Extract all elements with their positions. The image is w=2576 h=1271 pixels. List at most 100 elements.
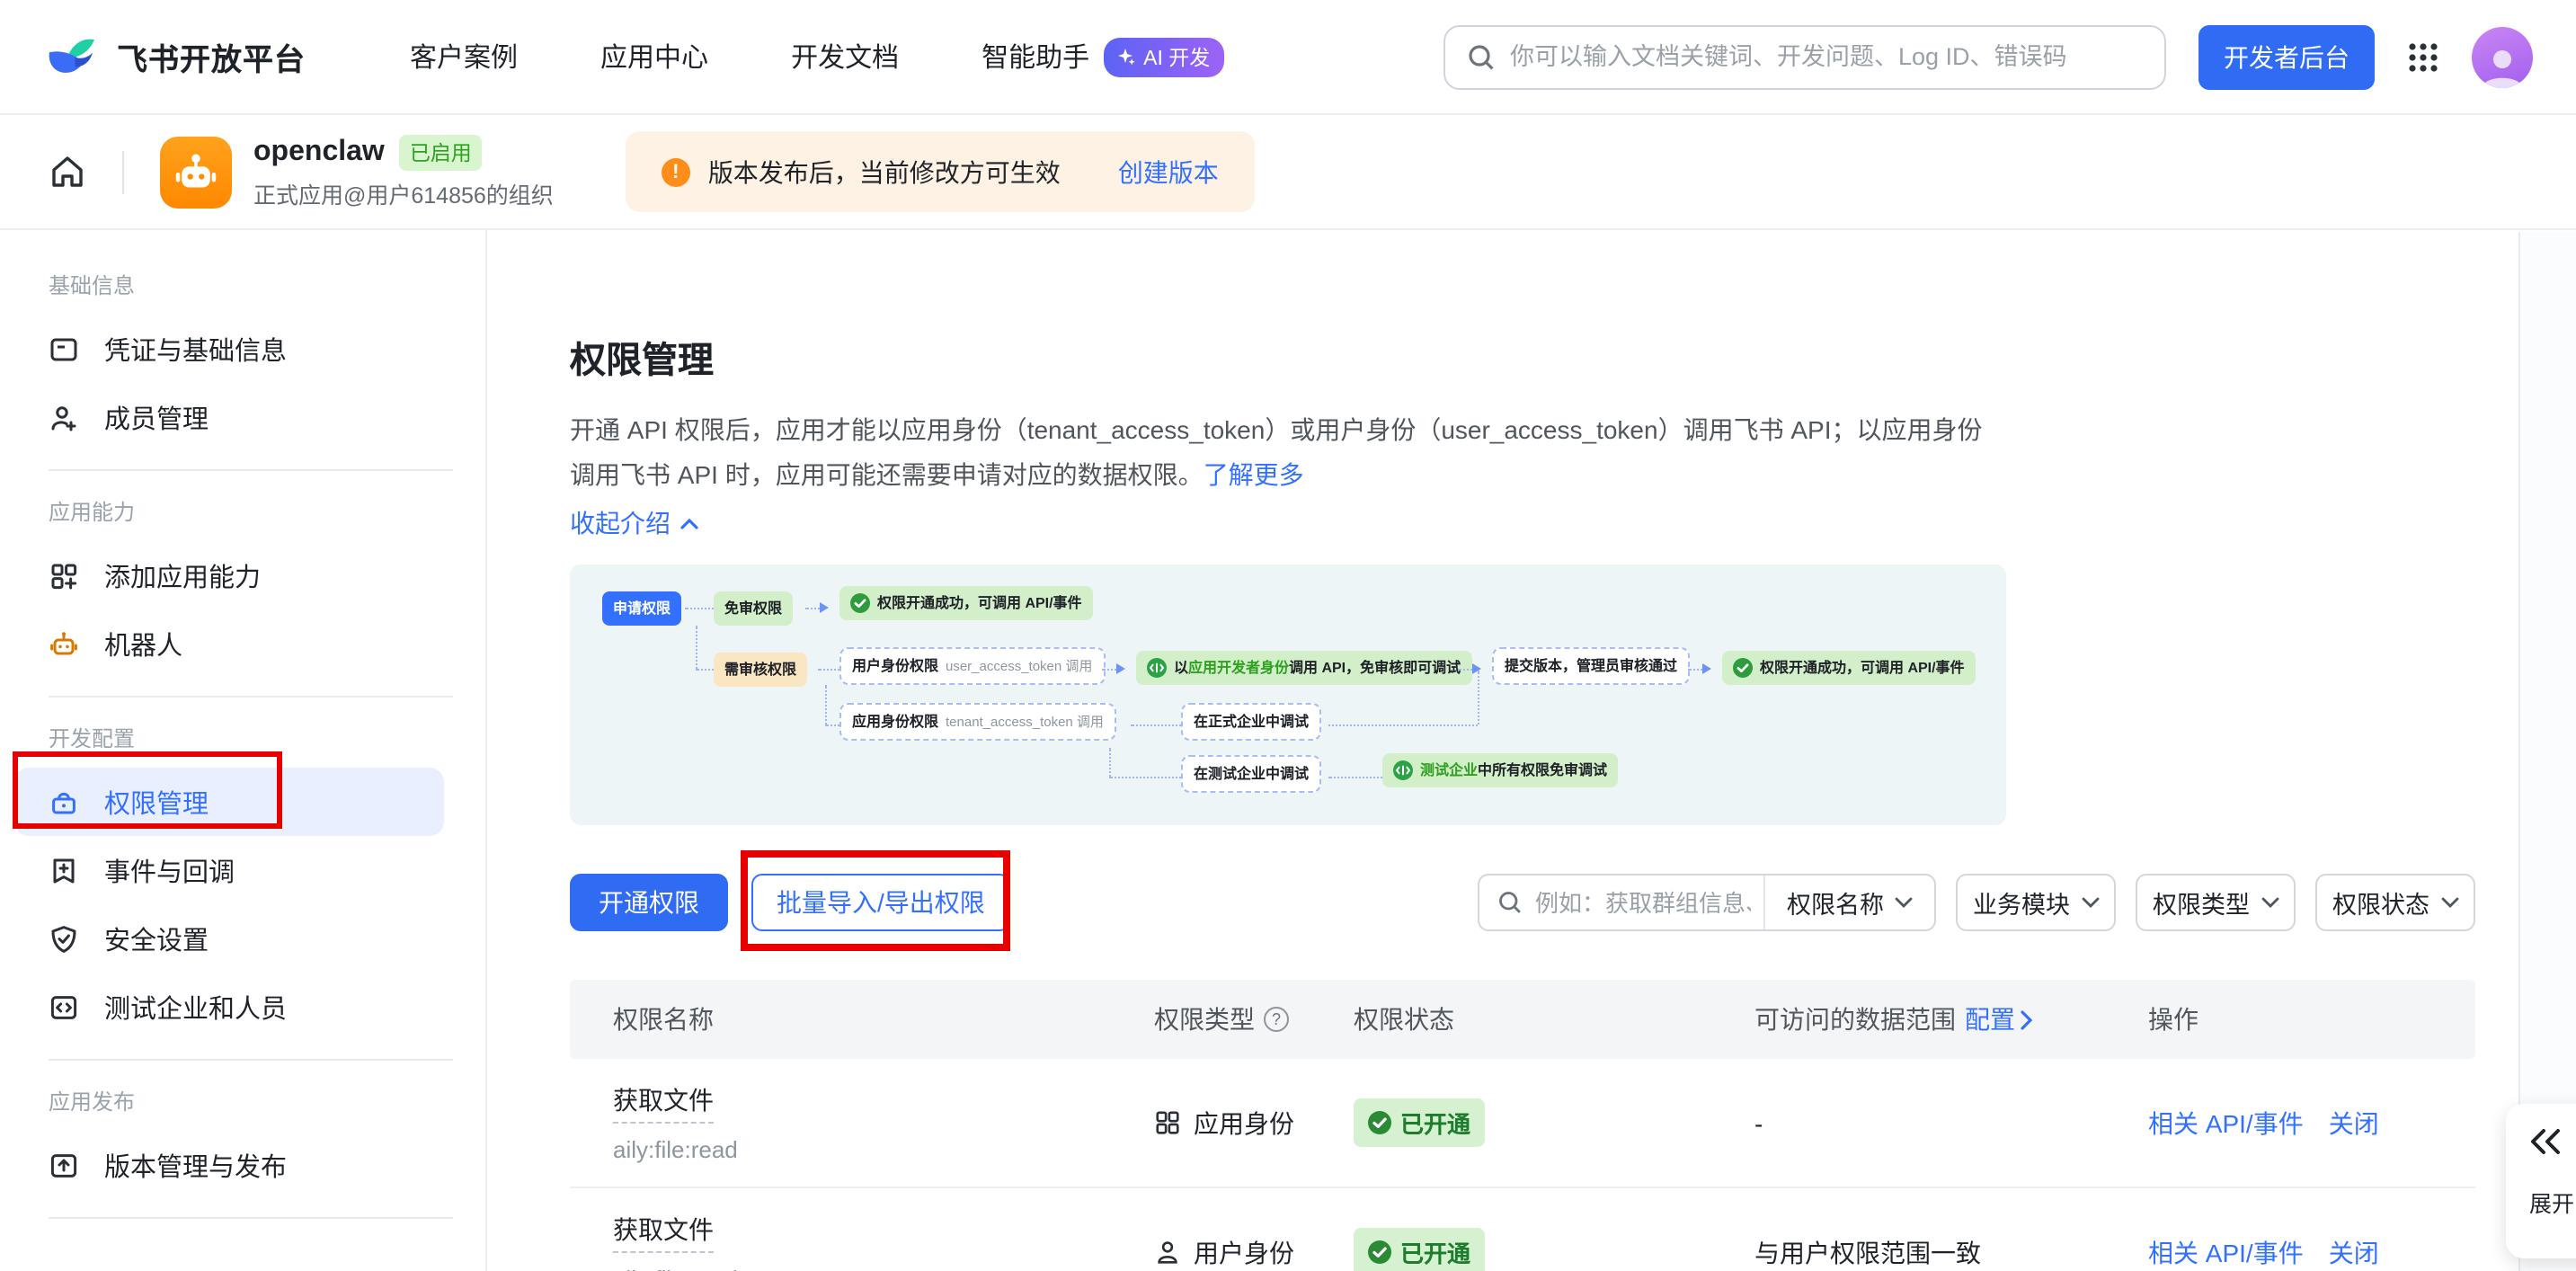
dropdown-permission-type[interactable]: 权限类型: [2136, 874, 2296, 931]
check-circle-icon: [1368, 1240, 1391, 1264]
permission-type: 应用身份: [1154, 1105, 1354, 1141]
home-icon[interactable]: [49, 153, 86, 191]
close-permission-link[interactable]: 关闭: [2329, 1234, 2379, 1270]
sidebar-item-security[interactable]: 安全设置: [14, 904, 444, 973]
global-search[interactable]: [1443, 24, 2166, 89]
permission-flow-diagram: 申请权限 免审权限 权限开通成功，可调用 API/事件 需审核权限 用户身份权限…: [570, 564, 2006, 825]
related-api-link[interactable]: 相关 API/事件: [2148, 1234, 2304, 1270]
sidebar-item-credentials[interactable]: 凭证与基础信息: [14, 315, 444, 383]
robot-app-icon: [169, 145, 223, 199]
dev-identity-link[interactable]: 应用开发者身份: [1188, 660, 1289, 676]
sidebar-item-members[interactable]: 成员管理: [14, 383, 444, 451]
page: 飞书开放平台 客户案例 应用中心 开发文档 智能助手 AI 开发 开发者后台: [0, 0, 2576, 1271]
flow-success-node-1: 权限开通成功，可调用 API/事件: [839, 586, 1093, 620]
nav-customer-cases[interactable]: 客户案例: [410, 38, 518, 76]
col-operations: 操作: [2148, 1001, 2475, 1037]
learn-more-link[interactable]: 了解更多: [1204, 460, 1304, 489]
flow-dev-call-node: 以应用开发者身份调用 API，免审核即可调试: [1136, 651, 1471, 685]
row-operations: 相关 API/事件 关闭: [2148, 1234, 2475, 1270]
sidebar-item-version-release[interactable]: 版本管理与发布: [14, 1131, 444, 1199]
dropdown-permission-status[interactable]: 权限状态: [2315, 874, 2475, 931]
check-circle-icon: [1733, 658, 1753, 678]
permission-code: aily:file:read: [613, 1266, 1154, 1271]
chevron-down-icon: [2261, 897, 2278, 908]
table-row: 获取文件 aily:file:read 应用身份 已开通 -: [570, 1059, 2475, 1188]
filters: 权限名称 业务模块 权限类型 权限状态: [1478, 874, 2475, 931]
permission-search-input[interactable]: [1535, 889, 1751, 916]
close-permission-link[interactable]: 关闭: [2329, 1105, 2379, 1141]
col-permission-name: 权限名称: [570, 1001, 1154, 1037]
publish-icon: [49, 1150, 79, 1180]
data-scope: 与用户权限范围一致: [1754, 1234, 2148, 1270]
open-permission-button[interactable]: 开通权限: [570, 874, 728, 931]
id-card-icon: [49, 333, 79, 364]
app-subtitle: 正式应用@用户614856的组织: [253, 175, 554, 209]
sidebar-item-add-capability[interactable]: 添加应用能力: [14, 541, 444, 609]
nav-ai-assistant[interactable]: 智能助手 AI 开发: [982, 37, 1224, 76]
permission-name[interactable]: 获取文件: [613, 1212, 714, 1253]
chevron-up-icon: [680, 517, 699, 529]
ai-dev-badge[interactable]: AI 开发: [1104, 37, 1224, 76]
permission-search[interactable]: [1479, 889, 1763, 916]
related-api-link[interactable]: 相关 API/事件: [2148, 1105, 2304, 1141]
status-badge: 已开通: [1354, 1098, 1485, 1147]
app-name: openclaw: [253, 136, 385, 168]
expand-panel-button[interactable]: 展开: [2506, 1104, 2576, 1258]
section-label-capability: 应用能力: [49, 496, 485, 527]
divider: [49, 696, 453, 698]
flow-user-perm-node: 用户身份权限user_access_token 调用: [839, 647, 1105, 685]
nav-app-center[interactable]: 应用中心: [600, 38, 708, 76]
search-icon: [1467, 42, 1496, 71]
table-header: 权限名称 权限类型 ? 权限状态 可访问的数据范围 配置 操作: [570, 980, 2475, 1059]
api-circle-icon: [1393, 760, 1413, 780]
chevron-right-icon: [2021, 1009, 2033, 1029]
app-icon: [160, 136, 232, 208]
developer-console-button[interactable]: 开发者后台: [2198, 24, 2375, 89]
expand-label: 展开: [2529, 1185, 2576, 1219]
sidebar-item-events[interactable]: 事件与回调: [14, 836, 444, 904]
col-permission-type: 权限类型 ?: [1154, 1001, 1354, 1037]
nav-dev-docs[interactable]: 开发文档: [791, 38, 899, 76]
help-icon[interactable]: ?: [1264, 1007, 1289, 1032]
apps-grid-icon[interactable]: [2407, 40, 2439, 73]
dropdown-permission-name[interactable]: 权限名称: [1765, 884, 1934, 920]
app-status-badge: 已启用: [399, 134, 483, 170]
api-circle-icon: [1147, 658, 1167, 678]
section-label-release: 应用发布: [49, 1086, 485, 1116]
section-label-dev-config: 开发配置: [49, 723, 485, 753]
top-nav: 飞书开放平台 客户案例 应用中心 开发文档 智能助手 AI 开发 开发者后台: [0, 0, 2576, 115]
sparkle-icon: [1118, 48, 1136, 66]
topnav-right: 开发者后台: [1443, 24, 2533, 89]
dropdown-business-module[interactable]: 业务模块: [1956, 874, 2116, 931]
main-content: 权限管理 开通 API 权限后，应用才能以应用身份（tenant_access_…: [487, 230, 2576, 1271]
intro-text: 开通 API 权限后，应用才能以应用身份（tenant_access_token…: [570, 408, 2493, 498]
data-scope: -: [1754, 1108, 2148, 1137]
app-identity-icon: [1154, 1109, 1181, 1136]
section-label-basic: 基础信息: [49, 270, 485, 300]
user-avatar[interactable]: [2472, 26, 2533, 87]
global-search-input[interactable]: [1510, 43, 2143, 70]
sidebar-item-test-org[interactable]: 测试企业和人员: [14, 973, 444, 1041]
test-org-link[interactable]: 测试企业: [1420, 762, 1478, 778]
status-badge: 已开通: [1354, 1228, 1485, 1271]
scope-config-link[interactable]: 配置: [1965, 1001, 2033, 1037]
permission-name[interactable]: 获取文件: [613, 1082, 714, 1124]
brand[interactable]: 飞书开放平台: [45, 30, 306, 84]
flow-submit-version-node: 提交版本，管理员审核通过: [1492, 647, 1690, 685]
sidebar-item-bot[interactable]: 机器人: [14, 609, 444, 678]
create-version-link[interactable]: 创建版本: [1118, 154, 1219, 190]
row-operations: 相关 API/事件 关闭: [2148, 1105, 2475, 1141]
lock-icon: [49, 787, 79, 817]
permission-code: aily:file:read: [613, 1136, 1154, 1163]
sidebar-item-permissions[interactable]: 权限管理: [14, 768, 444, 836]
col-data-scope: 可访问的数据范围 配置: [1754, 1001, 2148, 1037]
banner-text: 版本发布后，当前修改方可生效: [708, 154, 1061, 190]
flow-test-debug-node: 在测试企业中调试: [1181, 755, 1321, 793]
collapse-intro-link[interactable]: 收起介绍: [570, 505, 699, 541]
app-meta: openclaw 已启用 正式应用@用户614856的组织: [253, 134, 554, 209]
robot-icon: [49, 628, 79, 659]
member-add-icon: [49, 402, 79, 432]
batch-import-export-button[interactable]: 批量导入/导出权限: [751, 874, 1010, 931]
chevron-down-icon: [2440, 897, 2458, 908]
flow-success-node-2: 权限开通成功，可调用 API/事件: [1722, 651, 1976, 685]
